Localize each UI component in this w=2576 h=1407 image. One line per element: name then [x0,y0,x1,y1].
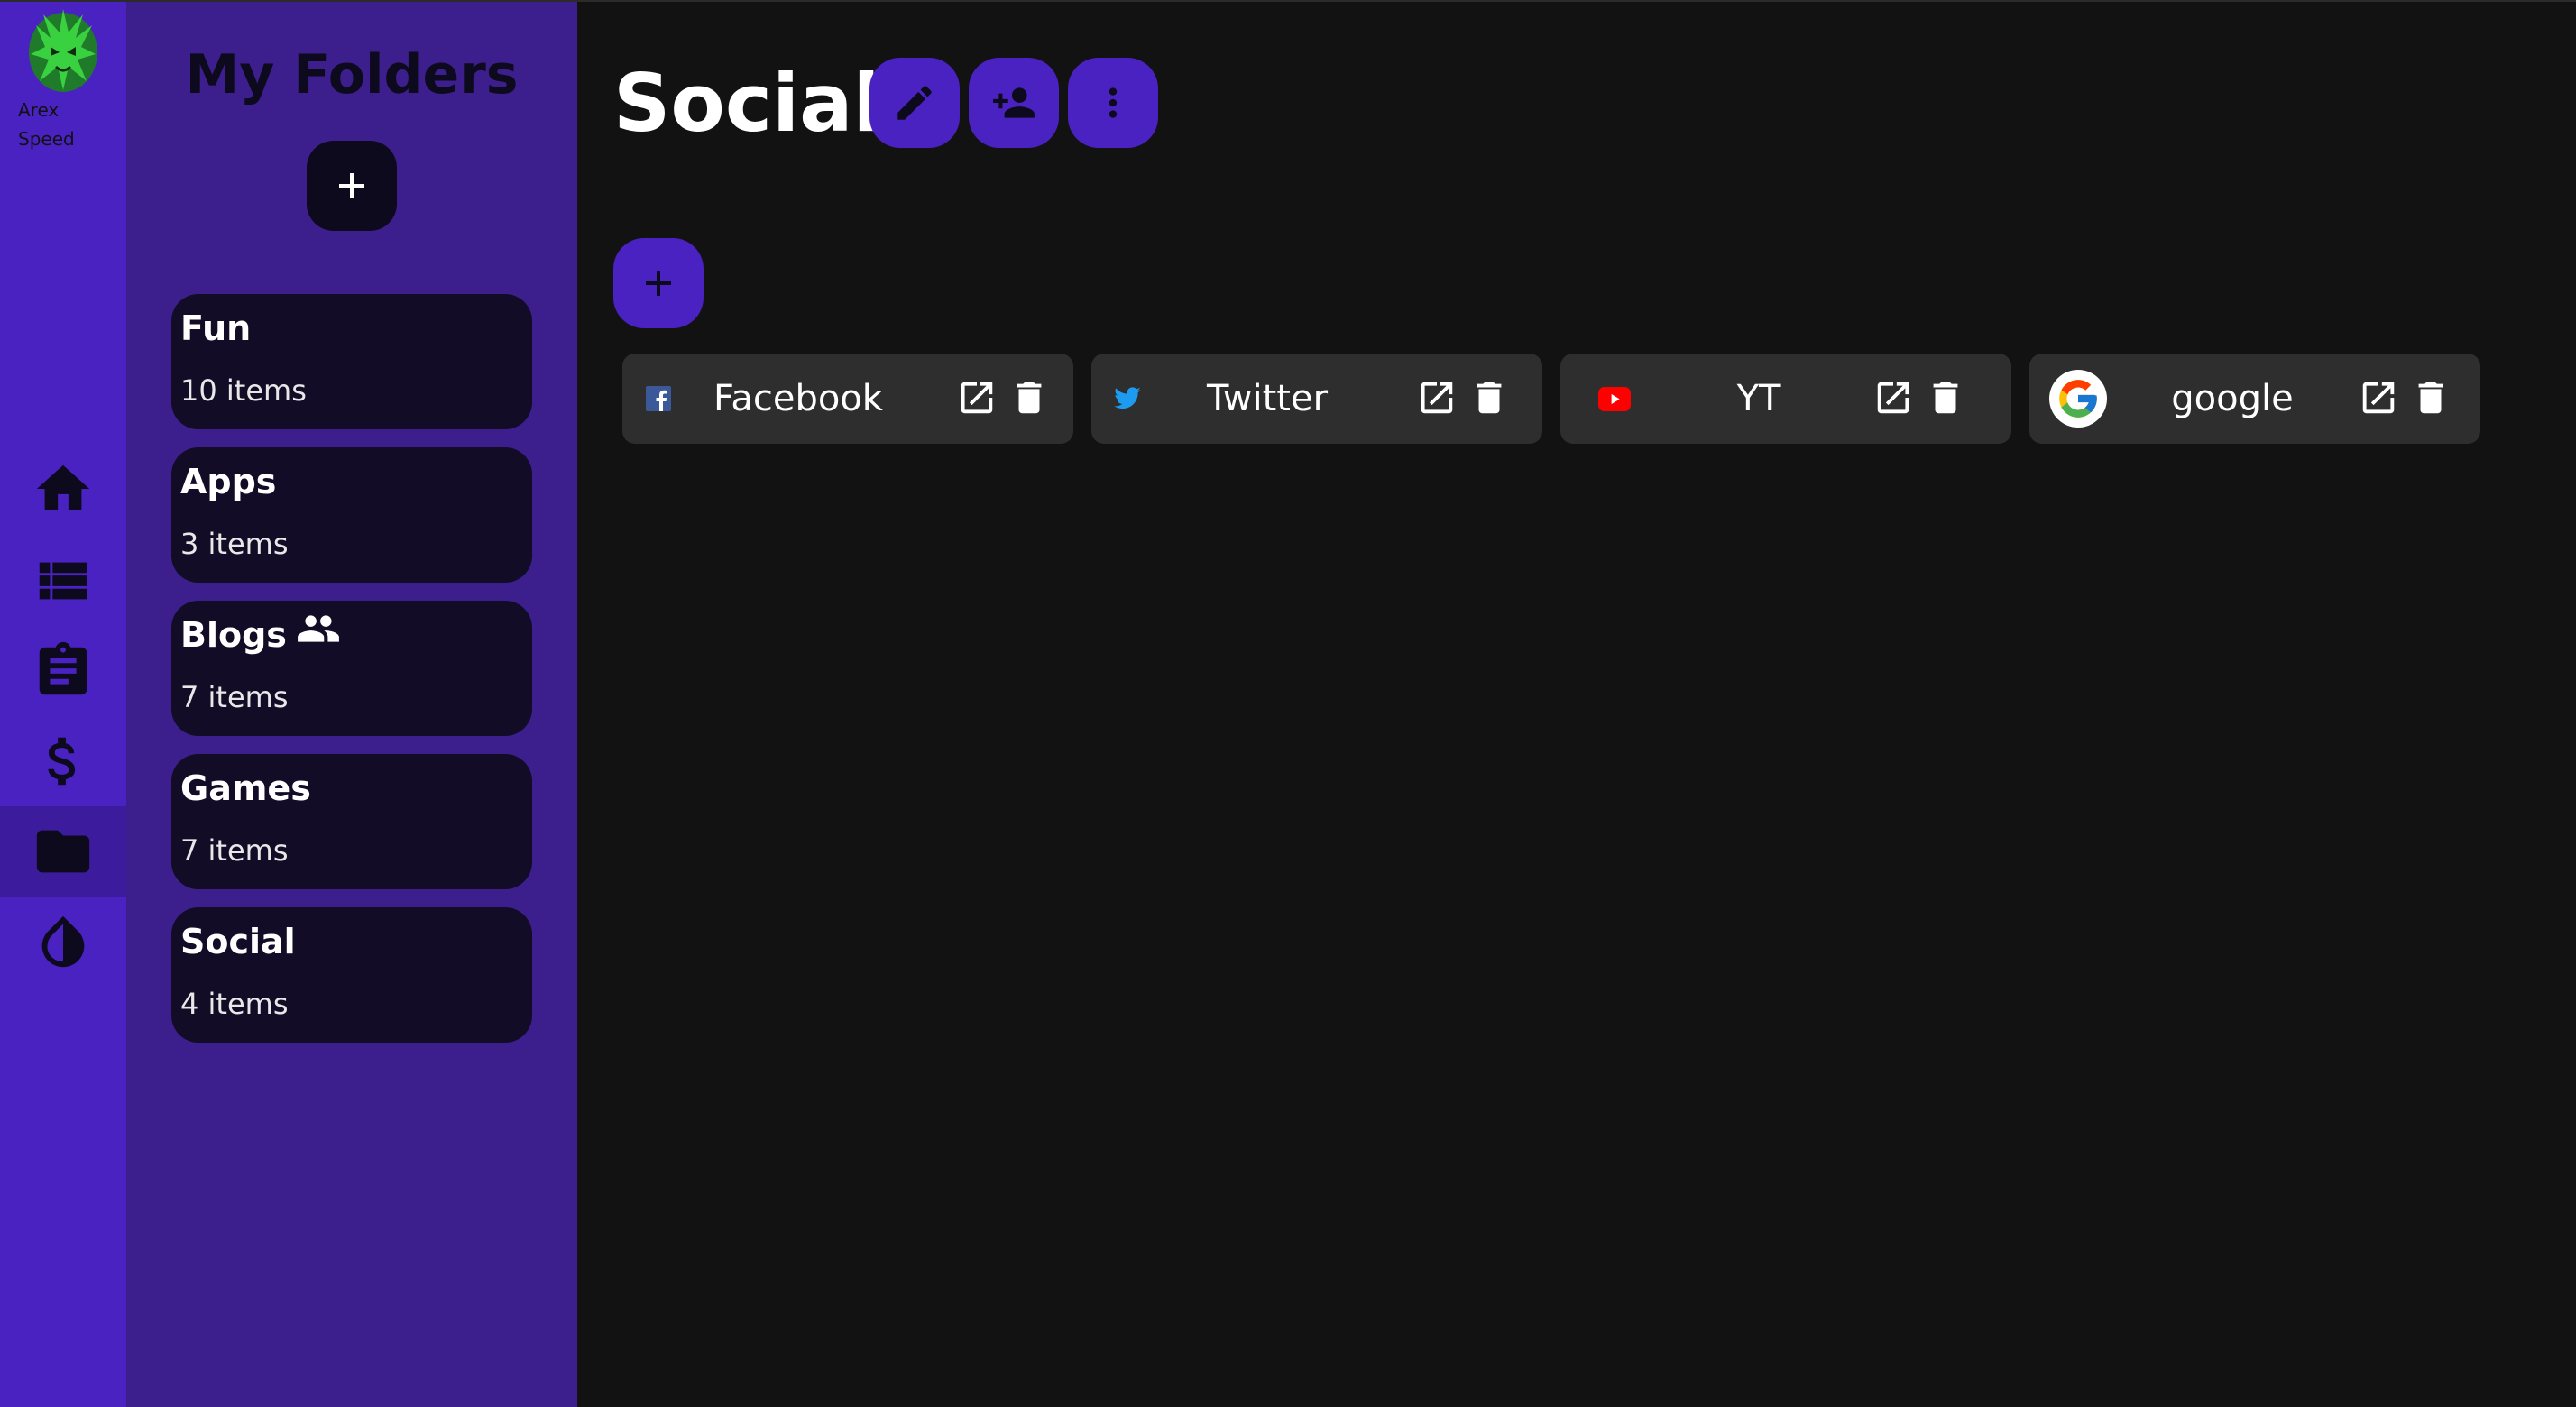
folder-count: 3 items [180,527,289,561]
open-external-icon [961,382,993,414]
folder-name: Social [180,922,296,961]
nav-folders[interactable] [0,806,126,897]
link-title: YT [1736,378,1781,419]
add-person-icon [993,87,1035,118]
share-folder-button[interactable] [969,58,1059,148]
folder-card-games[interactable]: Games 7 items [171,754,532,889]
add-link-button[interactable] [613,238,704,328]
home-icon [36,464,90,510]
folder-icon [36,830,90,873]
clipboard-icon [39,641,87,695]
nav-rail: Arex Speed [0,2,126,1407]
folder-card-blogs[interactable]: Blogs 7 items [171,601,532,736]
trash-icon [2418,382,2443,414]
folder-name: Fun [180,308,252,348]
folder-count: 4 items [180,987,289,1021]
delete-link-button[interactable] [2410,377,2452,418]
plus-icon [646,271,671,296]
delete-link-button[interactable] [1925,377,1966,418]
nav-billing[interactable] [0,716,126,806]
link-card-twitter[interactable]: Twitter [1091,354,1542,444]
folders-title: My Folders [185,43,519,106]
open-link-button[interactable] [1416,377,1458,418]
trash-icon [1017,382,1042,414]
youtube-icon [1596,381,1633,417]
folders-panel: My Folders Fun 10 items Apps 3 items Blo… [126,2,577,1407]
shared-people-icon [298,615,339,642]
more-options-button[interactable] [1068,58,1158,148]
open-external-icon [1421,382,1453,414]
google-icon [2049,370,2107,428]
contrast-icon [41,915,85,968]
open-external-icon [1877,382,1909,414]
folder-card-fun[interactable]: Fun 10 items [171,294,532,429]
user-name: Arex Speed [18,99,75,150]
folder-name: Apps [180,462,277,501]
open-external-icon [2362,382,2395,414]
open-link-button[interactable] [956,377,998,418]
more-vertical-icon [1109,87,1118,118]
open-link-button[interactable] [1872,377,1914,418]
delete-link-button[interactable] [1468,377,1510,418]
edit-folder-button[interactable] [869,58,960,148]
link-title: google [2171,378,2294,419]
add-folder-button[interactable] [307,141,397,231]
folder-title: Social [613,57,880,150]
folder-name: Blogs [180,615,287,655]
link-card-facebook[interactable]: Facebook [622,354,1073,444]
nav-list[interactable] [0,536,126,626]
nav-clipboard[interactable] [0,626,126,716]
trash-icon [1933,382,1958,414]
link-title: Facebook [713,378,883,419]
open-link-button[interactable] [2358,377,2399,418]
folder-card-apps[interactable]: Apps 3 items [171,447,532,583]
dollar-icon [48,737,76,786]
twitter-icon [1109,381,1145,417]
folder-count: 10 items [180,373,307,408]
pencil-icon [897,86,932,120]
folder-name: Games [180,768,311,808]
avatar[interactable] [23,7,103,94]
facebook-icon [640,381,676,417]
link-card-google[interactable]: google [2029,354,2480,444]
app-window: Arex Speed My Folders Fun 10 items Apps … [0,0,2576,1407]
folder-card-social[interactable]: Social 4 items [171,907,532,1043]
folder-count: 7 items [180,680,289,714]
link-card-yt[interactable]: YT [1560,354,2011,444]
list-icon [39,562,87,600]
plus-icon [339,173,364,198]
nav-theme[interactable] [0,897,126,987]
trash-icon [1477,382,1502,414]
folder-name-row: Blogs [180,615,341,655]
delete-link-button[interactable] [1008,377,1050,418]
link-title: Twitter [1206,378,1329,419]
nav-home[interactable] [0,444,126,534]
folder-count: 7 items [180,833,289,868]
